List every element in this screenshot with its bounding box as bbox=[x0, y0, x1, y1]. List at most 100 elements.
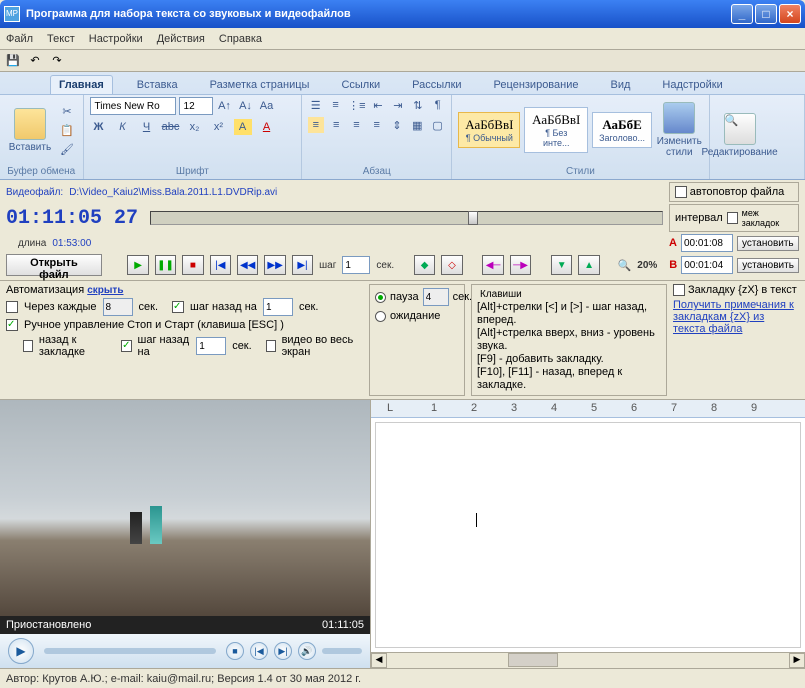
pause-button[interactable]: ❚❚ bbox=[155, 255, 176, 275]
font-size-dropdown[interactable]: 12 bbox=[179, 97, 213, 115]
clear-format-icon[interactable]: Aa bbox=[258, 98, 276, 114]
menu-settings[interactable]: Настройки bbox=[89, 33, 143, 45]
shrink-font-icon[interactable]: A↓ bbox=[237, 98, 255, 114]
save-icon[interactable]: 💾 bbox=[4, 52, 22, 70]
font-color-icon[interactable]: A bbox=[258, 119, 276, 135]
tab-home[interactable]: Главная bbox=[50, 75, 113, 94]
mp-volume-slider[interactable] bbox=[322, 648, 362, 654]
bookmark-del-button[interactable]: ◇ bbox=[441, 255, 462, 275]
mp-mute-button[interactable]: 🔊 bbox=[298, 642, 316, 660]
mp-seek-bar[interactable] bbox=[44, 648, 216, 654]
bookmark-to-text-checkbox[interactable] bbox=[673, 284, 685, 296]
line-spacing-icon[interactable]: ⇕ bbox=[389, 117, 404, 133]
scroll-thumb[interactable] bbox=[508, 653, 558, 667]
close-button[interactable]: × bbox=[779, 4, 801, 24]
text-editor[interactable] bbox=[375, 422, 801, 648]
minimize-button[interactable]: _ bbox=[731, 4, 753, 24]
bullets-icon[interactable]: ☰ bbox=[308, 97, 323, 113]
multilevel-icon[interactable]: ⋮≡ bbox=[348, 97, 365, 113]
stepback2-checkbox[interactable] bbox=[121, 340, 131, 352]
marker-a-time[interactable] bbox=[681, 234, 733, 252]
horizontal-scrollbar[interactable]: ◀ ▶ bbox=[371, 652, 805, 668]
editing-button[interactable]: 🔍 Редактирование bbox=[716, 113, 764, 158]
hide-automation-link[interactable]: скрыть bbox=[87, 285, 123, 296]
rewind-button[interactable]: ◀◀ bbox=[237, 255, 258, 275]
shading-icon[interactable]: ▦ bbox=[410, 117, 425, 133]
tab-view[interactable]: Вид bbox=[603, 76, 639, 94]
style-nospacing[interactable]: АаБбВвІ ¶ Без инте... bbox=[524, 107, 588, 153]
scroll-right-button[interactable]: ▶ bbox=[789, 653, 805, 668]
style-ordinary[interactable]: АаБбВвІ ¶ Обычный bbox=[458, 112, 520, 148]
stepback2-input[interactable] bbox=[196, 337, 226, 355]
bold-icon[interactable]: Ж bbox=[90, 119, 108, 135]
autorepeat-checkbox[interactable] bbox=[675, 186, 687, 198]
get-notes-link[interactable]: Получить примечания к закладкам {zX} из … bbox=[673, 299, 799, 335]
step-input[interactable] bbox=[342, 256, 370, 274]
pause-radio[interactable] bbox=[375, 292, 386, 303]
every-input[interactable] bbox=[103, 298, 133, 316]
strike-icon[interactable]: abc bbox=[162, 119, 180, 135]
maximize-button[interactable]: □ bbox=[755, 4, 777, 24]
marker-b-time[interactable] bbox=[681, 256, 733, 274]
underline-icon[interactable]: Ч bbox=[138, 119, 156, 135]
stepback-checkbox[interactable] bbox=[172, 301, 184, 313]
vol-up-button[interactable]: ▲ bbox=[578, 255, 599, 275]
show-marks-icon[interactable]: ¶ bbox=[430, 97, 445, 113]
next-mark-button[interactable]: ─▶ bbox=[510, 255, 531, 275]
numbering-icon[interactable]: ≡ bbox=[328, 97, 343, 113]
style-heading[interactable]: АаБбЕ Заголово... bbox=[592, 112, 652, 148]
tab-layout[interactable]: Разметка страницы bbox=[202, 76, 318, 94]
menu-file[interactable]: Файл bbox=[6, 33, 33, 45]
format-painter-icon[interactable]: 🖌 bbox=[58, 141, 76, 157]
change-styles-button[interactable]: Изменить стили bbox=[656, 102, 703, 158]
ruler[interactable]: L 12 34 56 78 9 bbox=[371, 400, 805, 418]
stop-button[interactable]: ■ bbox=[182, 255, 203, 275]
indent-icon[interactable]: ⇥ bbox=[390, 97, 405, 113]
position-thumb[interactable] bbox=[468, 211, 478, 225]
open-file-button[interactable]: Открыть файл bbox=[6, 254, 102, 276]
tab-links[interactable]: Ссылки bbox=[333, 76, 388, 94]
manual-checkbox[interactable] bbox=[6, 319, 18, 331]
set-b-button[interactable]: установить bbox=[737, 258, 799, 273]
paste-button[interactable]: Вставить bbox=[6, 108, 54, 153]
tab-review[interactable]: Рецензирование bbox=[486, 76, 587, 94]
prev-mark-button[interactable]: ◀─ bbox=[482, 255, 503, 275]
undo-icon[interactable]: ↶ bbox=[26, 52, 44, 70]
subscript-icon[interactable]: x₂ bbox=[186, 119, 204, 135]
scroll-left-button[interactable]: ◀ bbox=[371, 653, 387, 668]
video-frame[interactable] bbox=[0, 400, 370, 616]
highlight-icon[interactable]: A bbox=[234, 119, 252, 135]
bookmark-add-button[interactable]: ◆ bbox=[414, 255, 435, 275]
pause-input[interactable] bbox=[423, 288, 449, 306]
align-right-icon[interactable]: ≡ bbox=[349, 117, 364, 133]
font-name-dropdown[interactable]: Times New Ro bbox=[90, 97, 176, 115]
outdent-icon[interactable]: ⇤ bbox=[371, 97, 386, 113]
vol-down-button[interactable]: ▼ bbox=[551, 255, 572, 275]
stepback-input[interactable] bbox=[263, 298, 293, 316]
every-checkbox[interactable] bbox=[6, 301, 18, 313]
forward-button[interactable]: ▶▶ bbox=[264, 255, 285, 275]
skip-fwd-button[interactable]: ▶| bbox=[292, 255, 313, 275]
grow-font-icon[interactable]: A↑ bbox=[216, 98, 234, 114]
redo-icon[interactable]: ↷ bbox=[48, 52, 66, 70]
justify-icon[interactable]: ≡ bbox=[369, 117, 384, 133]
between-bookmarks-checkbox[interactable] bbox=[727, 212, 738, 224]
copy-icon[interactable]: 📋 bbox=[58, 122, 76, 138]
set-a-button[interactable]: установить bbox=[737, 236, 799, 251]
menu-help[interactable]: Справка bbox=[219, 33, 262, 45]
borders-icon[interactable]: ▢ bbox=[430, 117, 445, 133]
menu-text[interactable]: Текст bbox=[47, 33, 75, 45]
skip-back-button[interactable]: |◀ bbox=[210, 255, 231, 275]
fullscreen-checkbox[interactable] bbox=[266, 340, 276, 352]
menu-actions[interactable]: Действия bbox=[157, 33, 205, 45]
mp-stop-button[interactable]: ■ bbox=[226, 642, 244, 660]
mp-play-button[interactable]: ▶ bbox=[8, 638, 34, 664]
back-to-bookmark-checkbox[interactable] bbox=[23, 340, 33, 352]
tab-mailings[interactable]: Рассылки bbox=[404, 76, 469, 94]
tab-insert[interactable]: Вставка bbox=[129, 76, 186, 94]
tab-addins[interactable]: Надстройки bbox=[654, 76, 730, 94]
mp-prev-button[interactable]: |◀ bbox=[250, 642, 268, 660]
mp-next-button[interactable]: ▶| bbox=[274, 642, 292, 660]
position-slider[interactable] bbox=[150, 211, 663, 225]
align-center-icon[interactable]: ≡ bbox=[329, 117, 344, 133]
